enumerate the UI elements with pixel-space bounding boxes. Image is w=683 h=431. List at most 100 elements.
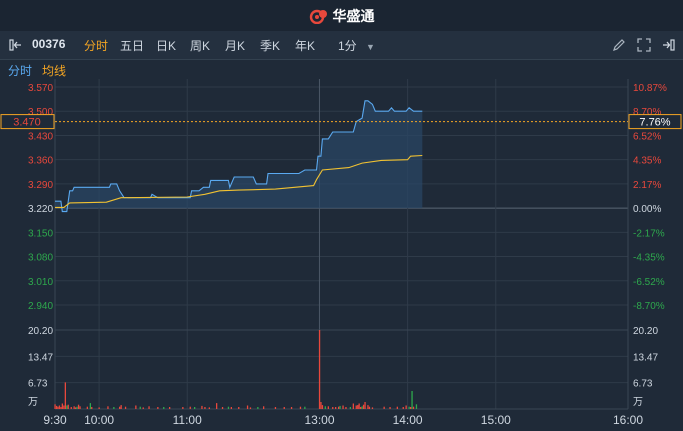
volume-bar-up — [238, 407, 240, 409]
time-tick-label: 10:00 — [84, 413, 114, 427]
percent-tick-label: 2.17% — [633, 180, 661, 191]
volume-bar-up — [327, 406, 329, 409]
volume-bar-down — [304, 406, 306, 409]
volume-bar-up — [58, 405, 61, 409]
volume-bar-up — [230, 407, 232, 409]
period-tab-quarterly[interactable]: 季K — [260, 37, 280, 54]
price-area — [55, 100, 423, 212]
volume-bar-up — [107, 406, 109, 409]
period-tab-monthly[interactable]: 月K — [225, 37, 245, 54]
volume-bar-up — [75, 407, 77, 409]
volume-bar-up — [338, 406, 340, 409]
price-tick-label: 3.220 — [28, 204, 53, 215]
volume-bar-up — [345, 407, 347, 409]
volume-bar-up — [332, 407, 334, 409]
interval-select[interactable]: 1分 ▼ — [338, 37, 375, 54]
fullscreen-icon[interactable] — [636, 37, 652, 53]
crosshair: 3.470 7.76% — [0, 114, 682, 130]
tab-timeshare[interactable]: 分时 — [8, 62, 32, 79]
volume-bar-down — [139, 406, 141, 409]
interval-label: 1分 — [338, 39, 357, 53]
stock-code[interactable]: 00376 — [32, 37, 65, 51]
time-tick-label: 15:00 — [481, 413, 511, 427]
chart-grid — [54, 79, 629, 410]
volume-bar-up — [77, 404, 80, 409]
volume-bar-down — [339, 405, 341, 409]
volume-bar-up — [135, 405, 137, 409]
volume-bar-up — [405, 405, 407, 409]
volume-bar-up — [283, 407, 285, 409]
volume-bar-up — [67, 404, 69, 409]
volume-bar-down — [163, 407, 165, 409]
volume-bar-down — [415, 404, 418, 409]
volume-bar-down — [361, 406, 363, 409]
tab-average-line[interactable]: 均线 — [42, 62, 66, 79]
volume-bar-up — [321, 405, 324, 409]
price-tick-label: 2.940 — [28, 301, 53, 312]
volume-bar-up — [389, 407, 391, 409]
volume-bar-up — [299, 406, 302, 409]
volume-bar-up — [148, 406, 150, 409]
volume-bar-up — [263, 406, 265, 409]
intraday-chart[interactable]: 3.5703.5003.4303.3603.2903.2203.1503.080… — [0, 79, 683, 431]
volume-bar-down — [89, 403, 91, 409]
volume-bar-up — [246, 405, 249, 409]
volume-bar-up — [204, 407, 206, 409]
percent-tick-label: -8.70% — [633, 301, 665, 312]
time-tick-label: 13:00 — [304, 413, 334, 427]
percent-tick-label: -4.35% — [633, 253, 665, 264]
volume-tick-label: 6.73 — [28, 379, 48, 390]
volume-tick-label: 万 — [28, 397, 38, 408]
volume-bar-up — [157, 407, 159, 409]
volume-bar-up — [60, 407, 62, 409]
period-tab-5day[interactable]: 五日 — [120, 37, 144, 54]
crosshair-price-label: 3.470 — [13, 117, 41, 129]
volume-bar-up — [70, 407, 72, 409]
brand: 华盛通 — [0, 0, 683, 31]
time-tick-label: 16:00 — [613, 413, 643, 427]
period-tab-weekly[interactable]: 周K — [190, 37, 210, 54]
volume-bar-up — [368, 406, 371, 409]
volume-bar-up — [383, 406, 385, 409]
expand-panel-icon[interactable] — [660, 37, 676, 53]
percent-tick-label: -2.17% — [633, 228, 665, 239]
volume-bar-up — [410, 407, 412, 409]
volume-bar-up — [342, 405, 344, 409]
volume-tick-label-right: 6.73 — [633, 379, 653, 390]
volume-bar-up — [64, 382, 66, 409]
volume-bar-up — [335, 407, 337, 409]
toolbar: 00376 分时 五日 日K 周K 月K 季K 年K 1分 ▼ — [0, 31, 683, 60]
volume-bar-up — [360, 407, 362, 409]
volume-bar-up — [274, 407, 277, 409]
volume-bar-down — [257, 407, 259, 409]
collapse-sidebar-icon[interactable] — [8, 37, 24, 53]
volume-bar-up — [86, 406, 88, 409]
volume-bar-down — [349, 407, 351, 409]
period-tab-daily[interactable]: 日K — [156, 37, 176, 54]
period-tab-timeshare[interactable]: 分时 — [84, 37, 108, 54]
volume-bar-up — [119, 406, 121, 409]
crosshair-percent-label: 7.76% — [639, 117, 670, 129]
volume-bar-up — [142, 407, 144, 409]
draw-pencil-icon[interactable] — [611, 37, 627, 53]
percent-tick-label: 10.87% — [633, 83, 667, 94]
volume-bar-up — [120, 405, 122, 409]
volume-bar-up — [290, 407, 293, 409]
volume-bar-up — [371, 407, 374, 409]
price-tick-label: 3.080 — [28, 253, 53, 264]
period-tab-yearly[interactable]: 年K — [295, 37, 315, 54]
volume-bar-up — [63, 405, 65, 409]
volume-bar-up — [362, 404, 365, 409]
volume-bar-down — [227, 406, 230, 409]
brand-logo-icon — [309, 9, 327, 24]
chevron-down-icon: ▼ — [366, 42, 375, 52]
volume-tick-label-right: 20.20 — [633, 326, 658, 337]
volume-bar-up — [367, 405, 369, 409]
volume-bar-up — [189, 406, 191, 409]
percent-tick-label: 0.00% — [633, 204, 661, 215]
volume-bar-up — [364, 402, 366, 409]
volume-bar-up — [55, 405, 58, 409]
volume-bar-up — [358, 403, 360, 409]
percent-tick-label: 4.35% — [633, 156, 661, 167]
volume-bar-down — [76, 406, 78, 409]
